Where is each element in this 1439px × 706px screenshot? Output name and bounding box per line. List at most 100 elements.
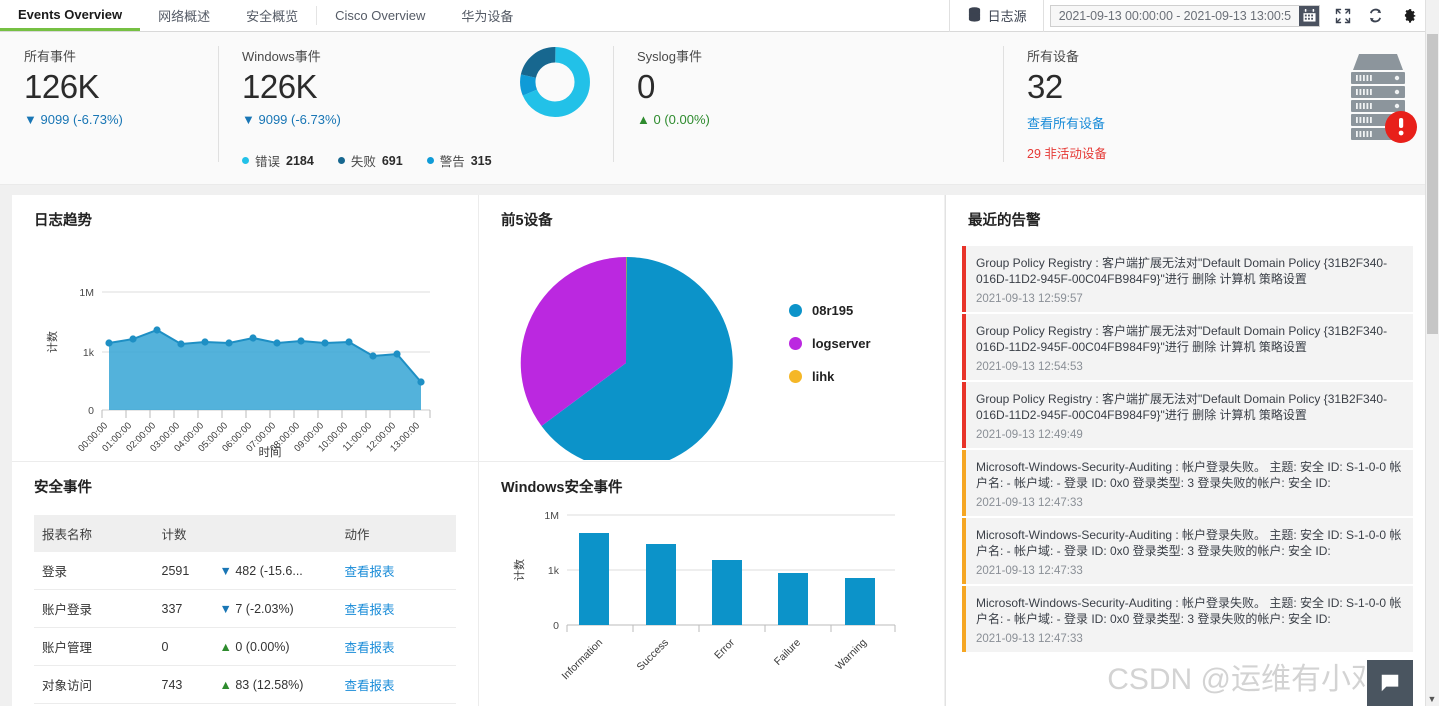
col-report-name: 报表名称: [34, 515, 154, 552]
log-source-button[interactable]: 日志源: [950, 0, 1043, 32]
legend-item-warning: 警告 315: [426, 151, 492, 170]
legend-label: 警告: [439, 155, 465, 169]
legend-value: 315: [470, 153, 492, 168]
x-axis-label: 时间: [259, 446, 282, 459]
scrollbar-down-arrow[interactable]: ▼: [1425, 692, 1439, 706]
y-tick-1M: 1M: [79, 287, 94, 299]
tab-huawei-device[interactable]: 华为设备: [443, 0, 531, 31]
legend-label: 失败: [350, 155, 376, 169]
legend-item-failure: 失败 691: [337, 151, 403, 170]
y-tick-1M: 1M: [544, 510, 559, 522]
row-action: 查看报表: [336, 552, 456, 590]
right-column: 最近的告警 Group Policy Registry : 客户端扩展无法对"D…: [945, 195, 1427, 706]
svg-text:Success: Success: [635, 637, 672, 674]
kpi-title: Syslog事件: [637, 49, 703, 64]
scrollbar-spacer: [1425, 0, 1439, 32]
table-row[interactable]: 登录 2591 ▼ 482 (-15.6... 查看报表: [34, 552, 456, 590]
table-row[interactable]: 账户管理 0 ▲ 0 (0.00%) 查看报表: [34, 627, 456, 666]
tab-security-overview[interactable]: 安全概览: [228, 0, 316, 31]
row-action: 查看报表: [336, 589, 456, 628]
view-report-link[interactable]: 查看报表: [345, 565, 395, 579]
log-trend-card: 日志趋势 1M 1k 0 计数 00:00:00 01:00:00 02:00:…: [12, 195, 478, 461]
kpi-title: 所有事件: [24, 49, 77, 64]
alert-item[interactable]: Microsoft-Windows-Security-Auditing : 帐户…: [962, 450, 1413, 516]
view-report-link[interactable]: 查看报表: [345, 603, 395, 617]
scrollbar-thumb[interactable]: [1427, 34, 1438, 334]
windows-security-events-card: Windows安全事件 1M 1k 0 计数 Information Succe…: [478, 461, 944, 706]
legend-dot: [789, 304, 802, 317]
delta-value: 482 (-15.6...: [235, 563, 303, 578]
tab-label: Cisco Overview: [335, 8, 426, 23]
row-name: 对象访问: [34, 665, 154, 704]
svg-text:Information: Information: [559, 637, 605, 682]
security-events-tbody: 登录 2591 ▼ 482 (-15.6... 查看报表 账户登录 337 ▼ …: [34, 552, 456, 706]
legend-dot: [789, 337, 802, 350]
pie-legend-item-lihk[interactable]: lihk: [789, 369, 871, 384]
kpi-value: 126K: [24, 68, 100, 105]
alerts-list[interactable]: Group Policy Registry : 客户端扩展无法对"Default…: [962, 246, 1413, 652]
table-row[interactable]: 账户登录 337 ▼ 7 (-2.03%) 查看报表: [34, 589, 456, 628]
col-action: 动作: [336, 515, 456, 552]
pie-legend-item-08r195[interactable]: 08r195: [789, 303, 871, 318]
legend-dot: [242, 157, 249, 164]
refresh-icon[interactable]: [1359, 0, 1392, 32]
kpi-row: 所有事件 126K ▼ 9099 (-6.73%) Windows事件 126K…: [0, 32, 1439, 185]
row-count: 2591: [153, 552, 212, 590]
middle-column: 前5设备 08r195 logserver lihk Windows安全事件 1…: [478, 195, 944, 706]
tab-cisco-overview[interactable]: Cisco Overview: [317, 0, 443, 31]
view-report-link[interactable]: 查看报表: [345, 641, 395, 655]
alert-body: Microsoft-Windows-Security-Auditing : 帐户…: [966, 450, 1413, 516]
log-trend-title: 日志趋势: [34, 213, 92, 229]
fullscreen-icon[interactable]: [1326, 0, 1359, 32]
svg-text:Warning: Warning: [833, 637, 869, 673]
chat-widget-icon[interactable]: [1367, 660, 1413, 706]
row-delta: ▲ 0 (0.00%): [211, 627, 337, 666]
trend-area: [109, 330, 421, 410]
windows-security-events-bar-chart: 1M 1k 0 计数 Information Success Error Fai…: [513, 510, 896, 682]
row-delta: ▲ 83 (12.58%): [211, 665, 337, 704]
alert-message: Group Policy Registry : 客户端扩展无法对"Default…: [976, 324, 1388, 354]
windows-events-donut-chart: [519, 46, 591, 123]
date-range-value: 2021-09-13 00:00:00 - 2021-09-13 13:00:5: [1058, 8, 1291, 23]
page-scrollbar[interactable]: ▼: [1425, 32, 1439, 706]
date-range-picker[interactable]: 2021-09-13 00:00:00 - 2021-09-13 13:00:5: [1049, 4, 1320, 27]
x-tick-labels: Information Success Error Failure Warnin…: [559, 636, 869, 682]
alert-item[interactable]: Microsoft-Windows-Security-Auditing : 帐户…: [962, 518, 1413, 584]
legend-value: 691: [381, 153, 403, 168]
gear-icon[interactable]: [1392, 0, 1425, 32]
alert-message: Group Policy Registry : 客户端扩展无法对"Default…: [976, 256, 1388, 286]
row-count: 0: [153, 627, 212, 666]
top5-devices-pie-chart: [520, 256, 733, 469]
table-header-row: 报表名称 计数 动作: [34, 515, 456, 552]
pie-legend-item-logserver[interactable]: logserver: [789, 336, 871, 351]
view-report-link[interactable]: 查看报表: [345, 679, 395, 693]
table-row[interactable]: 对象访问 743 ▲ 83 (12.58%) 查看报表: [34, 665, 456, 704]
delta-arrow: ▼: [219, 601, 232, 616]
tab-label: 网络概述: [158, 9, 211, 24]
tab-events-overview[interactable]: Events Overview: [0, 0, 141, 31]
kpi-card-syslog-events: Syslog事件 0 ▲ 0 (0.00%): [613, 32, 1003, 184]
svg-text:Error: Error: [712, 636, 737, 661]
row-delta: ▼ 482 (-15.6...: [211, 552, 337, 590]
delta-arrow: ▼: [219, 563, 232, 578]
top5-devices-card: 前5设备 08r195 logserver lihk: [478, 195, 944, 469]
toolbar-divider-2: [1042, 0, 1044, 32]
legend-value: 2184: [286, 153, 314, 168]
recent-alerts-title: 最近的告警: [968, 213, 1041, 229]
delta-arrow: ▲: [219, 677, 232, 692]
y-tick-0: 0: [88, 405, 94, 417]
alert-item[interactable]: Group Policy Registry : 客户端扩展无法对"Default…: [962, 246, 1413, 312]
dashboard-main: 日志趋势 1M 1k 0 计数 00:00:00 01:00:00 02:00:…: [0, 185, 1439, 706]
alert-item[interactable]: Group Policy Registry : 客户端扩展无法对"Default…: [962, 382, 1413, 448]
calendar-icon[interactable]: [1299, 5, 1319, 26]
tab-network-overview[interactable]: 网络概述: [140, 0, 228, 31]
legend-dot: [426, 157, 434, 164]
y-tick-1k: 1k: [83, 347, 95, 359]
alert-item[interactable]: Group Policy Registry : 客户端扩展无法对"Default…: [962, 314, 1413, 380]
alert-item[interactable]: Microsoft-Windows-Security-Auditing : 帐户…: [962, 586, 1413, 652]
alert-body: Group Policy Registry : 客户端扩展无法对"Default…: [966, 246, 1413, 312]
alert-timestamp: 2021-09-13 12:49:49: [976, 429, 1083, 441]
delta-value: 7 (-2.03%): [235, 601, 294, 616]
tab-label: 华为设备: [461, 9, 514, 24]
alert-timestamp: 2021-09-13 12:47:33: [976, 497, 1083, 509]
